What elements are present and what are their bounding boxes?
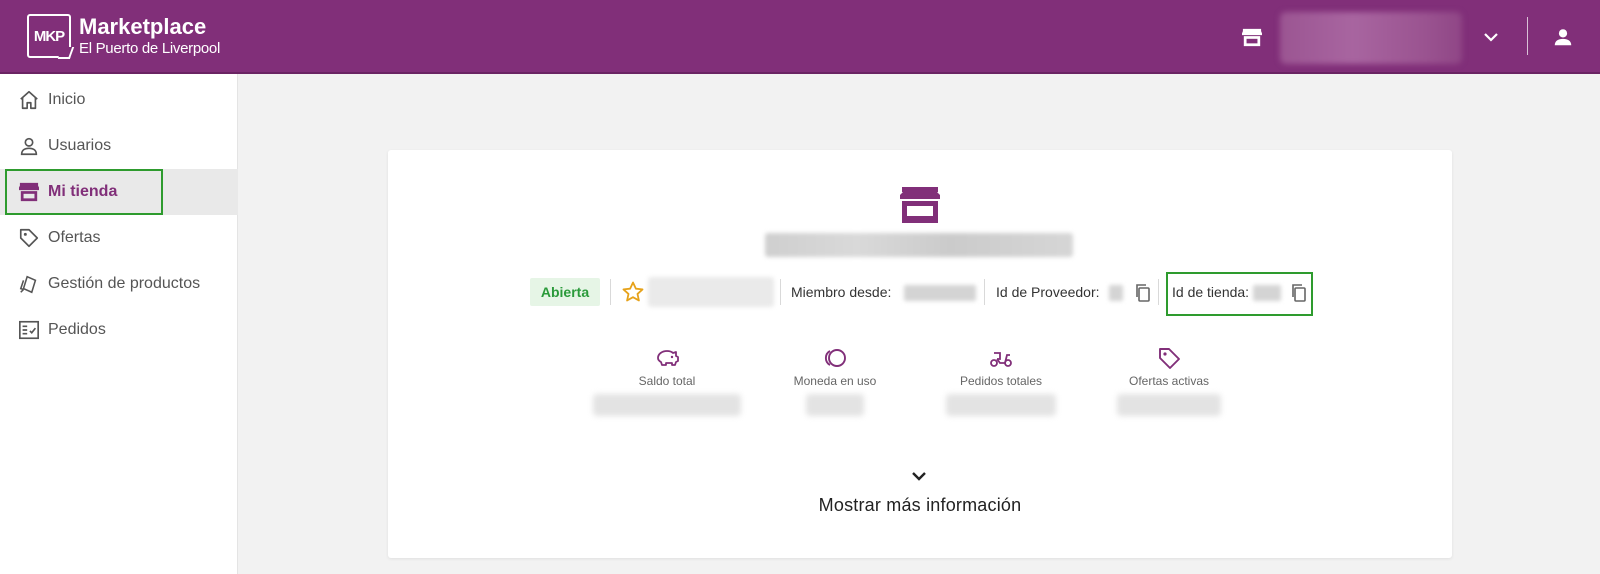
sidebar-item-label: Usuarios bbox=[48, 137, 112, 154]
star-icon bbox=[622, 281, 644, 302]
store-icon bbox=[900, 187, 940, 223]
divider bbox=[780, 279, 781, 305]
copy-icon[interactable] bbox=[1134, 283, 1152, 303]
checklist-icon bbox=[17, 318, 41, 342]
sidebar-item-label: Pedidos bbox=[48, 321, 106, 338]
marketplace-logo[interactable]: MKP Marketplace El Puerto de Liverpool bbox=[27, 14, 220, 58]
logo-title: Marketplace bbox=[79, 14, 207, 39]
stat-value bbox=[593, 394, 741, 416]
sidebar-item-label: Inicio bbox=[48, 91, 86, 108]
header-divider bbox=[1527, 17, 1528, 55]
stat-value bbox=[946, 394, 1056, 416]
divider bbox=[610, 279, 611, 305]
stat-value bbox=[806, 394, 864, 416]
sidebar-item-usuarios[interactable]: Usuarios bbox=[0, 123, 238, 169]
chevron-down-icon[interactable] bbox=[1481, 27, 1501, 47]
store-name bbox=[765, 233, 1073, 257]
coins-icon bbox=[824, 349, 846, 367]
user-icon bbox=[17, 134, 41, 158]
sidebar-item-label: Gestión de productos bbox=[48, 275, 201, 292]
user-icon[interactable] bbox=[1552, 26, 1574, 48]
member-since-value bbox=[904, 285, 976, 301]
logo-mark: MKP bbox=[27, 14, 71, 58]
top-header: MKP Marketplace El Puerto de Liverpool bbox=[0, 0, 1600, 74]
status-badge: Abierta bbox=[530, 278, 600, 306]
stat-label: Pedidos totales bbox=[959, 374, 1043, 388]
show-more-info-link[interactable]: Mostrar más información bbox=[388, 495, 1452, 516]
store-selector-name[interactable] bbox=[1280, 12, 1462, 64]
sidebar-item-gestion-productos[interactable]: Gestión de productos bbox=[0, 261, 238, 307]
stat-pedidos-totales: Pedidos totales bbox=[926, 346, 1076, 416]
member-since-label: Miembro desde: bbox=[791, 284, 892, 300]
stat-label: Ofertas activas bbox=[1128, 374, 1210, 388]
stat-ofertas-activas: Ofertas activas bbox=[1094, 346, 1244, 416]
divider bbox=[984, 279, 985, 305]
store-card: Abierta Miembro desde: Id de Proveedor: … bbox=[388, 150, 1452, 558]
piggy-bank-icon bbox=[657, 350, 679, 366]
sidebar-item-label: Ofertas bbox=[48, 229, 101, 246]
provider-id-label: Id de Proveedor: bbox=[996, 284, 1100, 300]
provider-id-value bbox=[1109, 285, 1123, 301]
tag-icon bbox=[17, 226, 41, 250]
stat-label: Moneda en uso bbox=[793, 374, 877, 388]
sidebar-item-ofertas[interactable]: Ofertas bbox=[0, 215, 238, 261]
products-icon bbox=[17, 272, 41, 296]
store-id-highlight bbox=[1166, 272, 1313, 316]
stat-moneda-en-uso: Moneda en uso bbox=[760, 346, 910, 416]
stat-saldo-total: Saldo total bbox=[592, 346, 742, 416]
chevron-down-icon[interactable] bbox=[909, 470, 929, 484]
logo-subtitle: El Puerto de Liverpool bbox=[79, 40, 220, 57]
sidebar-item-pedidos[interactable]: Pedidos bbox=[0, 307, 238, 353]
store-rating bbox=[648, 277, 774, 307]
stat-label: Saldo total bbox=[638, 374, 696, 388]
store-icon[interactable] bbox=[1241, 27, 1263, 47]
tag-icon bbox=[1159, 348, 1180, 369]
stat-value bbox=[1117, 394, 1221, 416]
sidebar: Inicio Usuarios Mi tienda Ofertas Gestió… bbox=[0, 74, 238, 574]
delivery-scooter-icon bbox=[990, 352, 1012, 367]
active-item-highlight bbox=[5, 169, 163, 215]
sidebar-item-inicio[interactable]: Inicio bbox=[0, 77, 238, 123]
store-info-row: Abierta Miembro desde: Id de Proveedor: … bbox=[388, 272, 1452, 316]
divider bbox=[1158, 279, 1159, 305]
home-icon bbox=[17, 88, 41, 112]
